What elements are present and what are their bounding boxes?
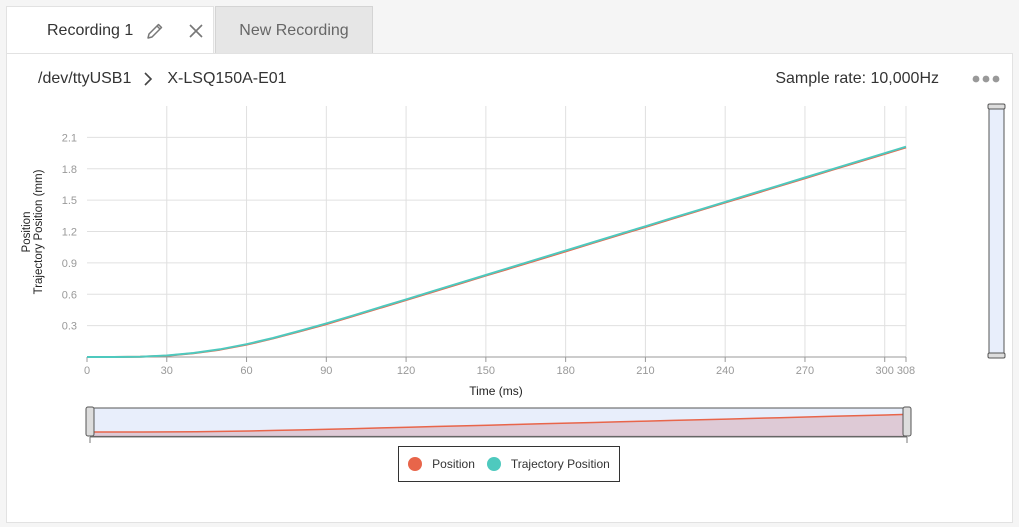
navigator-right-handle[interactable] — [902, 406, 912, 437]
vertical-scroll-bottom-handle[interactable] — [987, 352, 1006, 359]
y-tick-label: 0.6 — [62, 289, 77, 301]
x-tick-label: 90 — [320, 365, 332, 377]
legend-label: Trajectory Position — [510, 457, 610, 471]
y-tick-label: 0.9 — [62, 258, 77, 270]
x-tick-label: 150 — [477, 365, 495, 377]
legend-swatch-position — [408, 457, 423, 471]
y-axis-label-line-2: Trajectory Position (mm) — [33, 169, 45, 294]
y-tick-label: 1.5 — [62, 195, 77, 207]
range-navigator[interactable] — [85, 406, 912, 443]
y-axis-label-line-1: Position — [21, 212, 33, 253]
x-tick-label: 300 — [876, 365, 894, 377]
x-tick-label: 210 — [636, 365, 654, 377]
chart-legend: Position Trajectory Position — [398, 446, 620, 482]
y-tick-label: 2.1 — [62, 132, 77, 144]
navigator-left-handle[interactable] — [85, 406, 95, 437]
legend-item-trajectory-position[interactable]: Trajectory Position — [486, 457, 610, 471]
y-tick-label: 1.8 — [62, 164, 77, 176]
x-tick-label: 120 — [397, 365, 415, 377]
y-tick-label: 1.2 — [62, 227, 77, 239]
x-tick-label: 0 — [84, 365, 90, 377]
vertical-range-scrollbar[interactable] — [987, 103, 1006, 359]
x-tick-label: 270 — [796, 365, 814, 377]
x-tick-label: 30 — [161, 365, 173, 377]
vertical-scroll-top-handle[interactable] — [987, 103, 1006, 110]
x-tick-label: 180 — [556, 365, 574, 377]
x-tick-label: 240 — [716, 365, 734, 377]
vertical-scroll-window[interactable] — [988, 106, 1005, 356]
grid — [87, 106, 907, 357]
x-axis-label: Time (ms) — [469, 384, 523, 398]
legend-swatch-trajectory — [486, 457, 501, 471]
x-tick-label: 60 — [240, 365, 252, 377]
x-tick-label: 308 — [897, 365, 915, 377]
y-tick-label: 0.3 — [62, 321, 77, 333]
legend-label: Position — [432, 457, 475, 471]
legend-item-position[interactable]: Position — [408, 457, 475, 471]
